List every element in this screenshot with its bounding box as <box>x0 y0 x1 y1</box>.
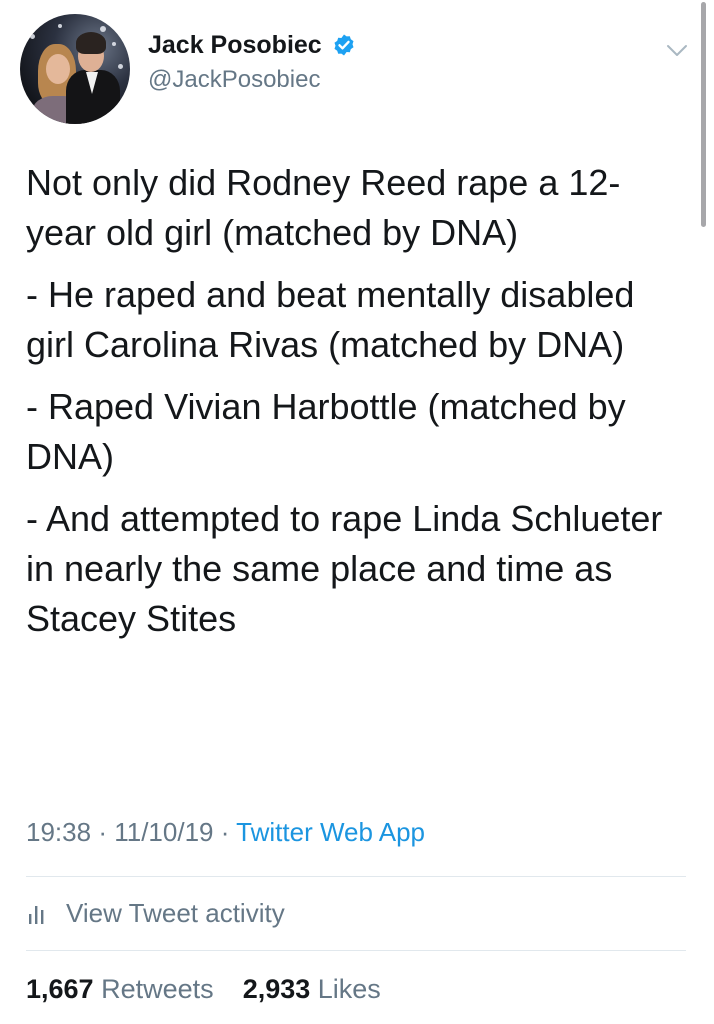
tweet-text: Not only did Rodney Reed rape a 12-year … <box>26 158 690 656</box>
tweet-paragraph: - Raped Vivian Harbottle (matched by DNA… <box>26 386 626 477</box>
retweets-stat[interactable]: 1,667 Retweets <box>26 974 221 1004</box>
tweet-source-link[interactable]: Twitter Web App <box>236 817 425 847</box>
tweet-stats: 1,667 Retweets 2,933 Likes <box>26 972 381 1006</box>
tweet-paragraph: Not only did Rodney Reed rape a 12-year … <box>26 162 621 253</box>
author-block[interactable]: Jack Posobiec @JackPosobiec <box>148 30 356 94</box>
likes-label: Likes <box>317 974 381 1004</box>
view-tweet-activity-label: View Tweet activity <box>66 897 285 928</box>
tweet-header: Jack Posobiec @JackPosobiec <box>20 14 700 124</box>
tweet-paragraph: - He raped and beat mentally disabled gi… <box>26 274 635 365</box>
likes-stat[interactable]: 2,933 Likes <box>243 974 381 1004</box>
retweets-count: 1,667 <box>26 974 94 1004</box>
display-name[interactable]: Jack Posobiec <box>148 30 322 60</box>
separator: · <box>98 817 107 847</box>
verified-badge-icon <box>334 34 354 56</box>
view-tweet-activity-link[interactable]: View Tweet activity <box>26 896 285 930</box>
avatar[interactable] <box>20 14 130 124</box>
chevron-down-icon[interactable] <box>666 44 688 58</box>
handle[interactable]: @JackPosobiec <box>148 66 356 94</box>
scroll-indicator[interactable] <box>701 2 706 227</box>
tweet-date[interactable]: 11/10/19 <box>114 817 213 847</box>
retweets-label: Retweets <box>101 974 214 1004</box>
bar-chart-icon <box>29 906 44 924</box>
tweet-paragraph: - And attempted to rape Linda Schlueter … <box>26 498 663 639</box>
tweet-time[interactable]: 19:38 <box>26 817 91 847</box>
divider <box>26 950 686 951</box>
tweet-metadata: 19:38 · 11/10/19 · Twitter Web App <box>26 815 425 849</box>
divider <box>26 876 686 877</box>
separator: · <box>220 817 230 847</box>
likes-count: 2,933 <box>242 974 311 1004</box>
